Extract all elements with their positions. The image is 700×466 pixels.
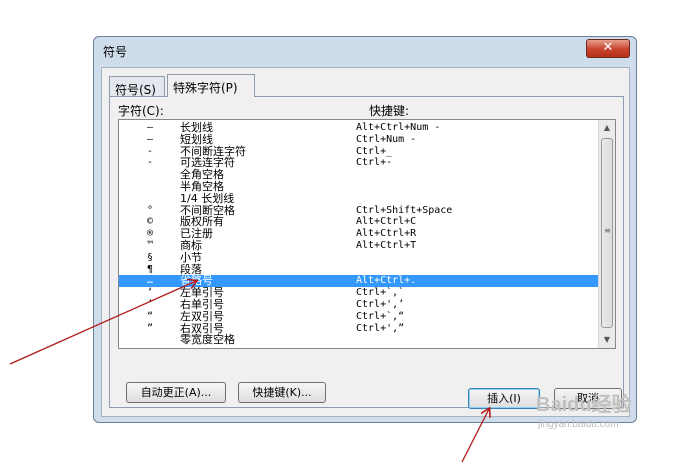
row-char: ° xyxy=(146,204,154,216)
row-shortcut: Ctrl+',” xyxy=(356,322,405,334)
row-shortcut: Alt+Ctrl+C xyxy=(356,216,417,228)
row-name: 右双引号 xyxy=(180,321,224,335)
special-characters-panel: 字符(C): 快捷键: — 长划线 Alt+Ctrl+Num - – 短划线 Ctrl+N… xyxy=(109,96,624,408)
row-shortcut: Alt+Ctrl+Num - xyxy=(356,122,441,133)
scroll-down-icon[interactable]: ▼ xyxy=(599,332,615,348)
dialog-client: 符号(S) 特殊字符(P) 字符(C): 快捷键: — 长划线 Alt+Ctrl+N… xyxy=(101,67,630,417)
row-name: 不间断空格 xyxy=(180,203,235,217)
row-name: 不间断连字符 xyxy=(180,144,246,158)
row-shortcut: Ctrl+_ xyxy=(356,145,393,157)
list-item[interactable]: ™ 商标 Alt+Ctrl+T xyxy=(119,240,599,252)
row-shortcut: Ctrl+- xyxy=(356,157,393,169)
list-item[interactable]: ’ 右单引号 Ctrl+',’ xyxy=(119,299,599,311)
shortcut-column-header: 快捷键: xyxy=(369,104,410,118)
character-list-rows: — 长划线 Alt+Ctrl+Num - – 短划线 Ctrl+Num - ‑ 不间断连字符 C… xyxy=(119,122,599,346)
row-shortcut: Alt+Ctrl+T xyxy=(356,239,417,251)
row-char: “ xyxy=(146,310,154,322)
character-list[interactable]: — 长划线 Alt+Ctrl+Num - – 短划线 Ctrl+Num - ‑ 不间断连字符 C… xyxy=(118,119,616,349)
row-name: 零宽度空格 xyxy=(180,333,235,347)
row-shortcut: Ctrl+Shift+Space xyxy=(356,204,453,216)
row-char: ™ xyxy=(146,239,154,251)
shortcut-key-button[interactable]: 快捷键(K)... xyxy=(238,382,326,403)
row-char: ‑ xyxy=(146,145,154,157)
row-shortcut: Ctrl+`,` xyxy=(356,287,405,299)
watermark-url: jingyan.baidu.com xyxy=(538,419,619,430)
row-shortcut: Ctrl+Num - xyxy=(356,133,417,145)
char-column-header: 字符(C): xyxy=(118,104,164,118)
row-name: 小节 xyxy=(180,250,202,264)
watermark-logo-text: Baidu经验 xyxy=(536,394,632,416)
row-name: 全角空格 xyxy=(180,168,224,182)
row-shortcut: Ctrl+',’ xyxy=(356,298,405,310)
list-item[interactable]: 零宽度空格 xyxy=(119,334,599,346)
row-name: 段落 xyxy=(180,262,202,276)
baidu-watermark: Baidu经验 jingyan.baidu.com xyxy=(536,388,661,434)
row-name: 1/4 长划线 xyxy=(180,191,235,205)
row-name: 长划线 xyxy=(180,121,213,134)
row-char: ¶ xyxy=(146,263,154,275)
row-name: 半角空格 xyxy=(180,179,224,193)
autocorrect-button[interactable]: 自动更正(A)... xyxy=(126,382,226,403)
row-name: 左单引号 xyxy=(180,286,224,300)
symbol-dialog: 符号 ✕ 符号(S) 特殊字符(P) 字符(C): 快捷键: — 长划线 Alt+C… xyxy=(93,36,637,423)
row-char: ’ xyxy=(146,298,154,310)
dialog-title: 符号 xyxy=(103,45,128,59)
grip-icon: ≡ xyxy=(604,226,611,235)
scroll-up-icon[interactable]: ▲ xyxy=(599,120,615,136)
close-button[interactable]: ✕ xyxy=(586,39,630,58)
row-name: 已注册 xyxy=(180,227,213,241)
row-char: ® xyxy=(146,228,154,240)
list-scrollbar[interactable]: ▲ ≡ ▼ xyxy=(598,120,615,348)
row-name: 可选连字符 xyxy=(180,156,235,170)
row-name: 短划线 xyxy=(180,132,213,146)
scroll-thumb[interactable]: ≡ xyxy=(601,138,613,328)
row-char: § xyxy=(146,251,154,263)
row-shortcut: Alt+Ctrl+R xyxy=(356,228,417,240)
row-name: 商标 xyxy=(180,238,202,252)
row-shortcut: Alt+Ctrl+. xyxy=(356,275,417,287)
close-icon: ✕ xyxy=(602,40,614,55)
list-item[interactable]: – 短划线 Ctrl+Num - xyxy=(119,134,599,146)
list-item[interactable]: “ 左双引号 Ctrl+`,“ xyxy=(119,311,599,323)
row-name: 右单引号 xyxy=(180,297,224,311)
row-char: — xyxy=(146,122,154,133)
insert-button[interactable]: 插入(I) xyxy=(468,388,540,409)
tab-special-characters[interactable]: 特殊字符(P) xyxy=(167,74,255,97)
row-char: © xyxy=(146,216,154,228)
list-item[interactable]: 半角空格 xyxy=(119,181,599,193)
row-char: ‘ xyxy=(146,287,154,299)
row-name: 左双引号 xyxy=(180,309,224,323)
row-name: 省略号 xyxy=(180,274,213,288)
row-shortcut: Ctrl+`,“ xyxy=(356,310,405,322)
row-char: ” xyxy=(146,322,154,334)
row-name: 版权所有 xyxy=(180,215,224,229)
row-char: - xyxy=(146,157,154,169)
title-bar[interactable]: 符号 ✕ xyxy=(94,37,636,65)
tab-symbols[interactable]: 符号(S) xyxy=(109,76,165,97)
row-char: – xyxy=(146,133,154,145)
list-item[interactable]: 1/4 长划线 xyxy=(119,193,599,205)
list-item[interactable]: § 小节 xyxy=(119,252,599,264)
row-char: … xyxy=(146,275,154,287)
